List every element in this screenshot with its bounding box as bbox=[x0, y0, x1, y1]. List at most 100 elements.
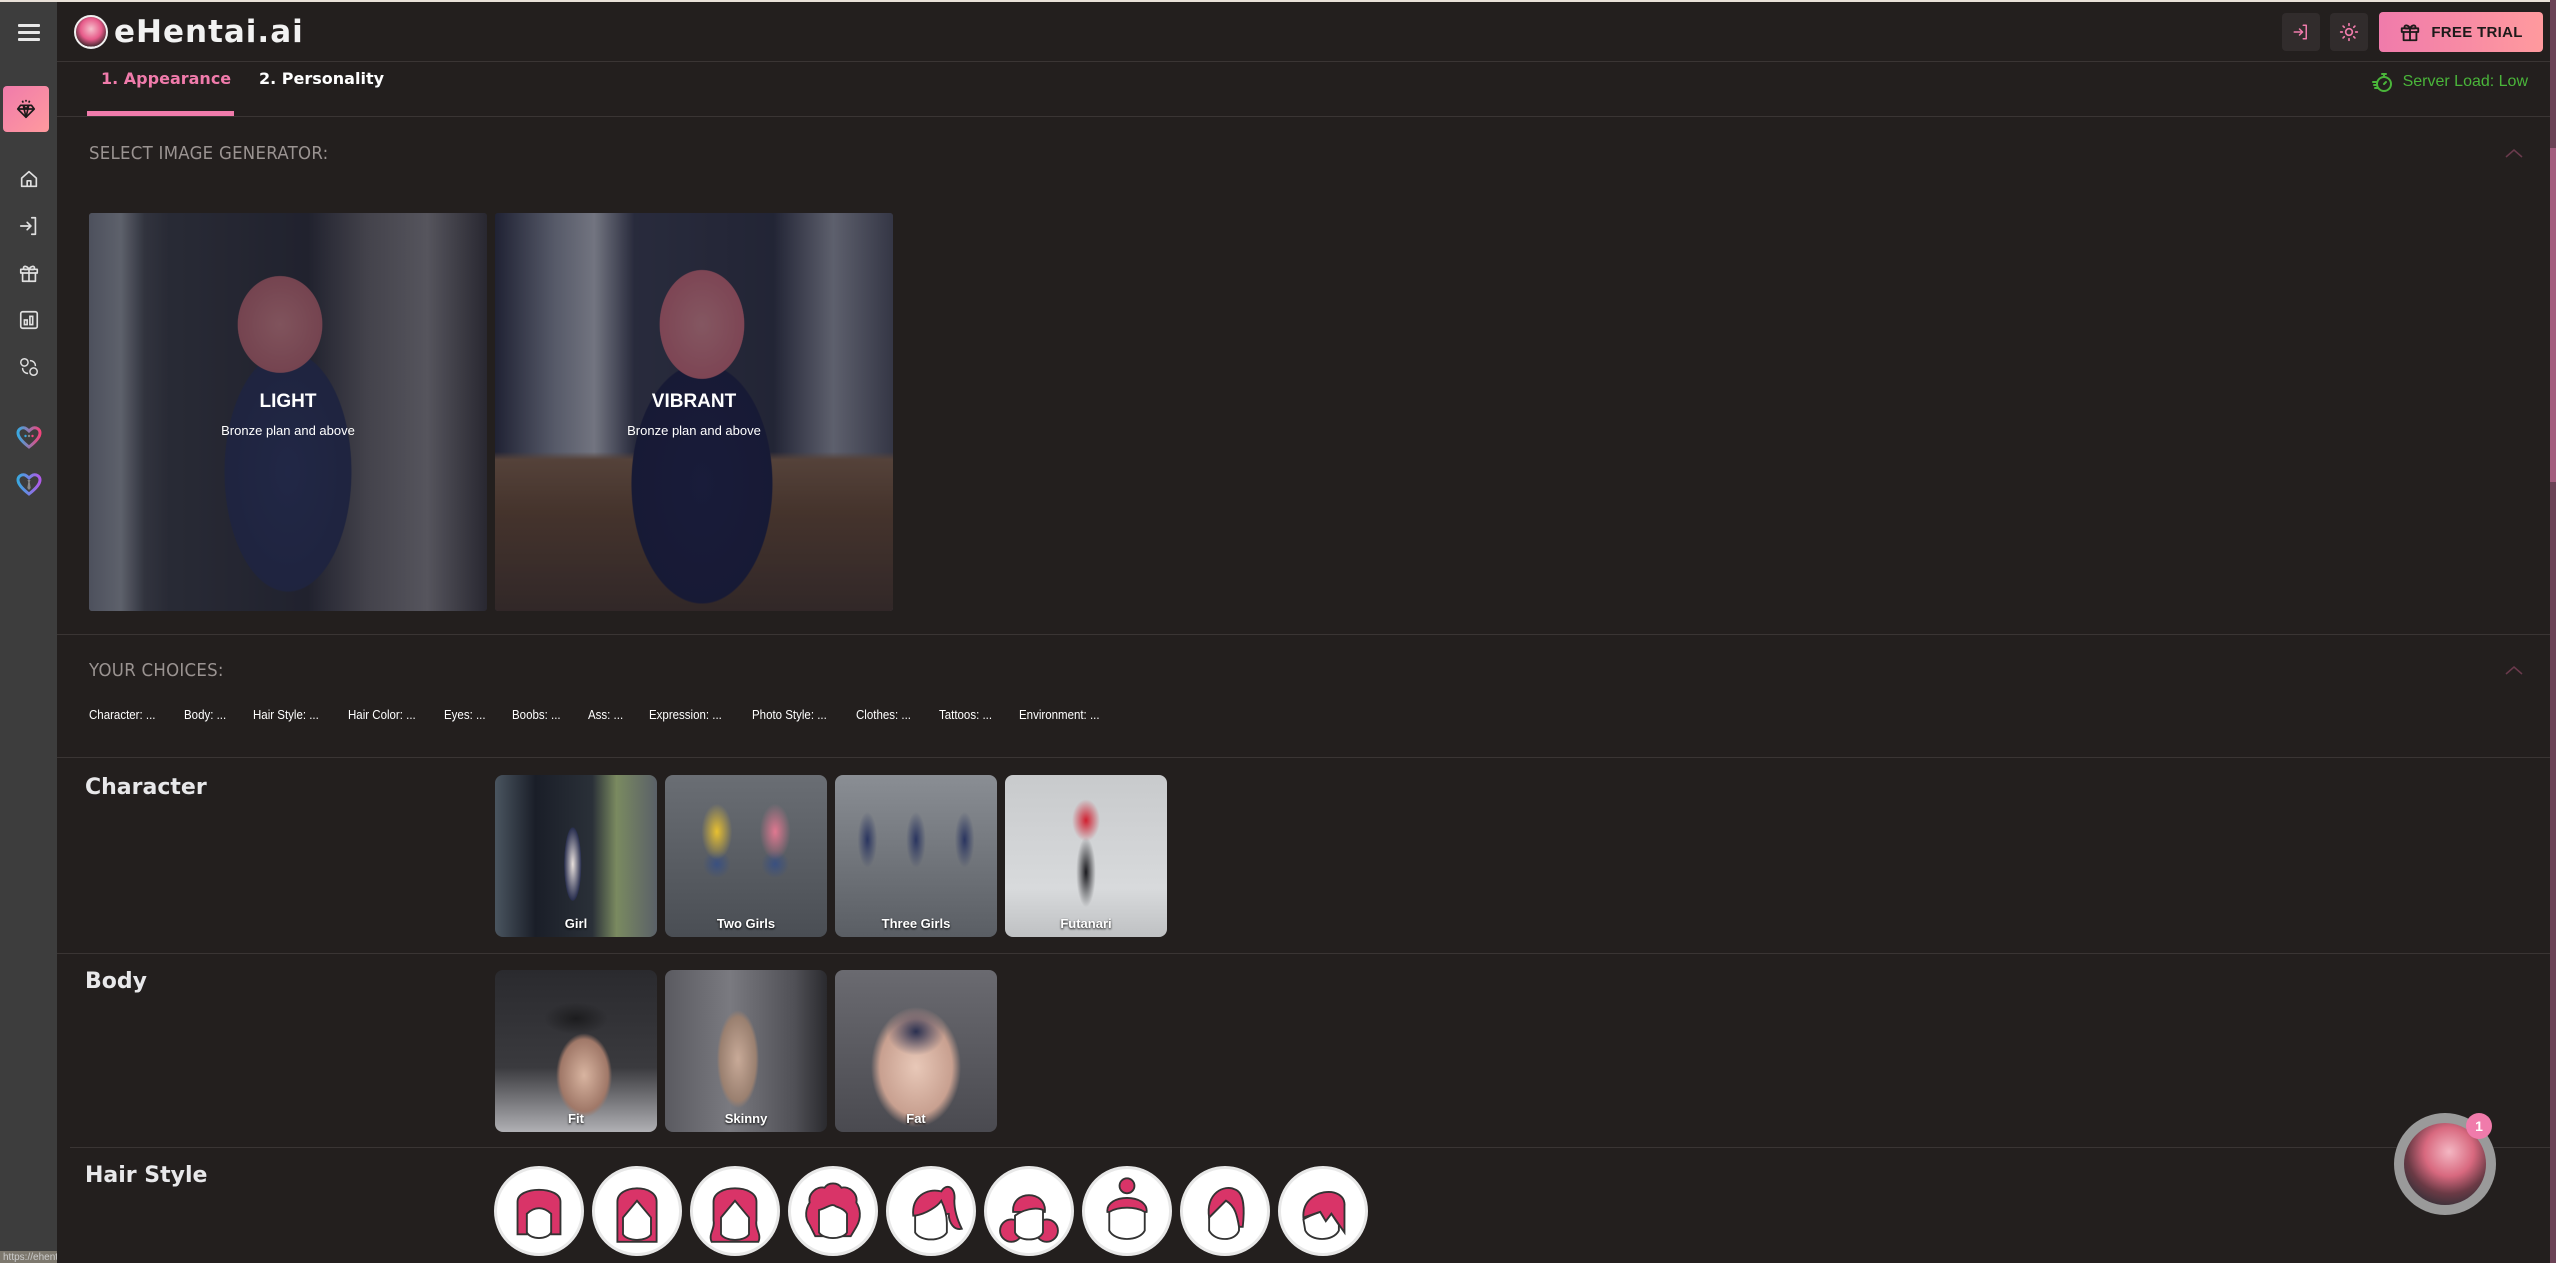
tab-label: Personality bbox=[281, 69, 385, 88]
app-title: eHentai.ai bbox=[114, 14, 304, 50]
hair-style-option-long-straight[interactable] bbox=[592, 1166, 682, 1256]
choice-photo-style[interactable]: Photo Style: ... bbox=[752, 708, 827, 722]
option-label: Fit bbox=[568, 1111, 584, 1126]
login-button[interactable] bbox=[2282, 13, 2320, 51]
notification-badge: 1 bbox=[2466, 1113, 2492, 1139]
generator-title: LIGHT bbox=[259, 391, 317, 412]
sidebar-item-login[interactable] bbox=[8, 205, 49, 246]
sidebar-item-premium[interactable] bbox=[3, 86, 49, 132]
hair-long-icon bbox=[616, 1187, 658, 1243]
option-label: Skinny bbox=[724, 1111, 768, 1126]
tab-number: 2. bbox=[259, 69, 277, 88]
collapse-choices-icon[interactable] bbox=[2504, 664, 2524, 676]
hair-short-side-icon bbox=[1207, 1187, 1245, 1240]
login-icon bbox=[2293, 24, 2307, 40]
choice-tattoos[interactable]: Tattoos: ... bbox=[939, 708, 992, 722]
character-option-futanari[interactable]: Futanari bbox=[1005, 775, 1167, 937]
hair-bob-icon bbox=[516, 1188, 562, 1239]
option-label: Three Girls bbox=[881, 916, 951, 931]
choice-ass[interactable]: Ass: ... bbox=[588, 708, 623, 722]
body-skinny-image bbox=[665, 970, 827, 1132]
hair-style-heading: Hair Style bbox=[85, 1163, 208, 1188]
choice-eyes[interactable]: Eyes: ... bbox=[444, 708, 486, 722]
stopwatch-icon bbox=[2371, 73, 2392, 92]
hamburger-icon bbox=[17, 22, 40, 43]
hair-style-option-bob[interactable] bbox=[494, 1166, 584, 1256]
generator-option-vibrant[interactable]: VIBRANT Bronze plan and above bbox=[495, 213, 893, 611]
active-tab-indicator bbox=[87, 111, 234, 116]
hair-style-option-swept-bangs[interactable] bbox=[1278, 1166, 1368, 1256]
users-exchange-icon bbox=[19, 357, 38, 376]
choice-expression[interactable]: Expression: ... bbox=[649, 708, 722, 722]
main-content: 1. Appearance 2. Personality Server Load… bbox=[57, 63, 2556, 1263]
choice-character[interactable]: Character: ... bbox=[89, 708, 155, 722]
generator-option-light[interactable]: LIGHT Bronze plan and above bbox=[89, 213, 487, 611]
sidebar-item-home[interactable] bbox=[8, 158, 49, 199]
body-heading: Body bbox=[85, 969, 147, 994]
choice-clothes[interactable]: Clothes: ... bbox=[856, 708, 911, 722]
choice-body[interactable]: Body: ... bbox=[184, 708, 226, 722]
tab-personality[interactable]: 2. Personality bbox=[259, 69, 384, 88]
hair-ponytail-icon bbox=[912, 1185, 964, 1241]
image-generator-heading: SELECT IMAGE GENERATOR: bbox=[89, 143, 329, 164]
generator-subtitle: Bronze plan and above bbox=[627, 423, 761, 438]
body-option-fat[interactable]: Fat bbox=[835, 970, 997, 1132]
scrollbar-thumb[interactable] bbox=[2550, 148, 2556, 482]
section-divider bbox=[57, 757, 2550, 758]
heart-chat-icon bbox=[15, 425, 42, 449]
tab-appearance[interactable]: 1. Appearance bbox=[101, 69, 231, 88]
section-divider bbox=[57, 953, 2550, 954]
gift-icon bbox=[2401, 24, 2420, 42]
body-fit-image bbox=[495, 970, 657, 1132]
theme-toggle-button[interactable] bbox=[2330, 13, 2368, 51]
sidebar-item-tie-heart[interactable] bbox=[8, 464, 49, 505]
character-heading: Character bbox=[85, 775, 207, 800]
free-trial-button[interactable]: FREE TRIAL bbox=[2379, 12, 2543, 52]
choice-boobs[interactable]: Boobs: ... bbox=[512, 708, 561, 722]
hair-bun-icon bbox=[1106, 1177, 1148, 1240]
choice-hair-style[interactable]: Hair Style: ... bbox=[253, 708, 319, 722]
character-girl-image bbox=[495, 775, 657, 937]
hair-style-option-curly[interactable] bbox=[788, 1166, 878, 1256]
collapse-image-generator-icon[interactable] bbox=[2504, 147, 2524, 159]
body-option-skinny[interactable]: Skinny bbox=[665, 970, 827, 1132]
sidebar-item-exchange[interactable] bbox=[8, 346, 49, 387]
character-option-two-girls[interactable]: Two Girls bbox=[665, 775, 827, 937]
character-option-girl[interactable]: Girl bbox=[495, 775, 657, 937]
hair-style-option-bun[interactable] bbox=[1082, 1166, 1172, 1256]
option-label: Fat bbox=[906, 1111, 926, 1126]
sidebar-item-chat-heart[interactable] bbox=[8, 417, 49, 458]
choices-list: Character: ... Body: ... Hair Style: ...… bbox=[89, 708, 1130, 722]
logo[interactable]: eHentai.ai bbox=[74, 14, 304, 50]
top-bar: eHentai.ai FREE TRIAL bbox=[0, 0, 2556, 62]
free-trial-label: FREE TRIAL bbox=[2431, 23, 2523, 41]
choice-hair-color[interactable]: Hair Color: ... bbox=[348, 708, 416, 722]
sidebar-item-gift[interactable] bbox=[8, 252, 49, 293]
tab-label: Appearance bbox=[123, 69, 232, 88]
hair-side-curls-icon bbox=[999, 1194, 1059, 1243]
gift-icon bbox=[19, 265, 38, 282]
sidebar bbox=[0, 62, 57, 1263]
hair-style-option-short-side[interactable] bbox=[1180, 1166, 1270, 1256]
body-fat-image bbox=[835, 970, 997, 1132]
sidebar-item-stats[interactable] bbox=[8, 299, 49, 340]
character-option-three-girls[interactable]: Three Girls bbox=[835, 775, 997, 937]
hair-swept-bangs-icon bbox=[1302, 1191, 1346, 1240]
hair-wavy-icon bbox=[709, 1187, 761, 1243]
character-futanari-image bbox=[1005, 775, 1167, 937]
hair-style-option-wavy[interactable] bbox=[690, 1166, 780, 1256]
hair-style-option-ponytail[interactable] bbox=[886, 1166, 976, 1256]
home-icon bbox=[20, 170, 37, 187]
body-option-fit[interactable]: Fit bbox=[495, 970, 657, 1132]
diamond-icon bbox=[16, 99, 36, 119]
menu-button[interactable] bbox=[0, 2, 57, 62]
generator-title: VIBRANT bbox=[651, 391, 737, 412]
character-three-girls-image bbox=[835, 775, 997, 937]
choice-environment[interactable]: Environment: ... bbox=[1019, 708, 1100, 722]
option-label: Two Girls bbox=[716, 916, 776, 931]
hair-style-option-side-curls[interactable] bbox=[984, 1166, 1074, 1256]
option-label: Futanari bbox=[1060, 916, 1112, 931]
character-two-girls-image bbox=[665, 775, 827, 937]
server-load-status: Server Load: Low bbox=[2371, 70, 2528, 94]
tab-number: 1. bbox=[101, 69, 119, 88]
